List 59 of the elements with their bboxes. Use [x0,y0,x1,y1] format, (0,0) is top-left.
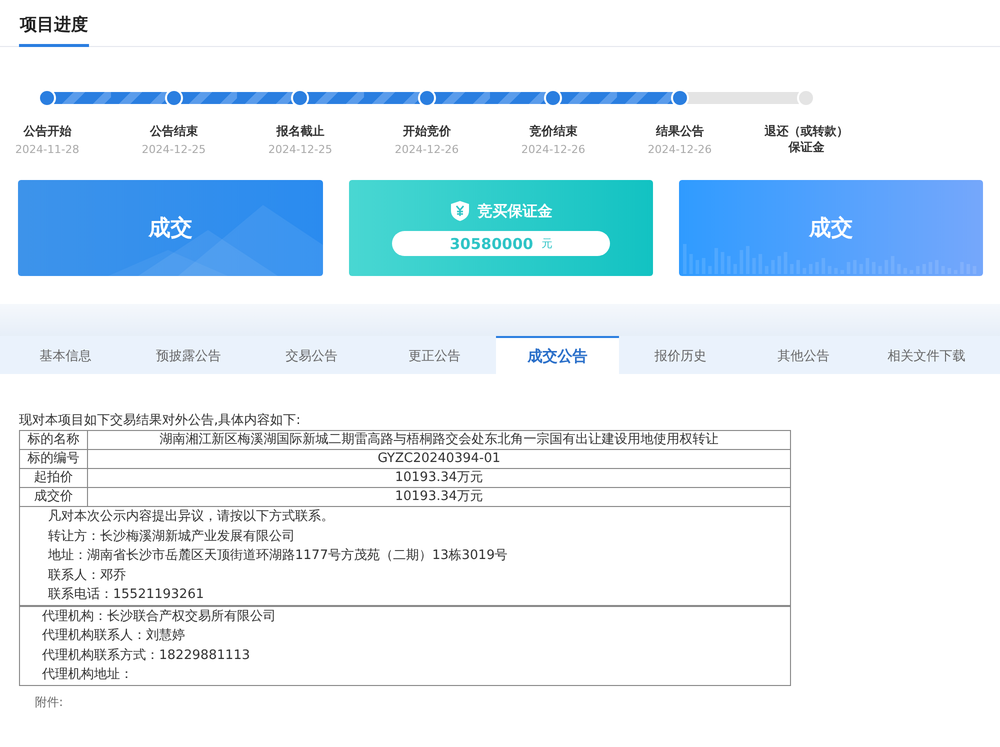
agent-line: 代理机构联系方式：18229881113 [42,646,251,664]
progress-segment [686,92,743,104]
step-label: 公告结束 [148,123,199,139]
step-date: 2024-12-25 [268,143,332,156]
progress-segment [180,92,237,104]
step-label: 退还（或转款）保证金 [763,123,850,155]
step-date: 2024-12-26 [394,143,459,156]
table-cell-text: 10193.34万元 [394,488,484,506]
tab[interactable]: 成交公告 [496,336,619,374]
tab[interactable]: 基本信息 [4,336,127,374]
table-cell: 标的名称 [20,431,88,449]
progress-segment [307,92,364,104]
attachment-label: 附件: [35,694,64,710]
progress-segment [434,92,490,104]
status-text: 成交 [148,214,192,243]
progress-segment [110,92,167,104]
step-label: 开始竞价 [402,123,452,139]
shield-icon [450,200,470,222]
progress-segment [743,92,800,104]
agent-line: 代理机构联系人：刘慧婷 [42,627,186,645]
contact-line: 转让方：长沙梅溪湖新城产业发展有限公司 [48,528,296,546]
step-date: 2024-12-26 [521,143,586,156]
step-label: 竞价结束 [528,123,578,139]
amount-unit: 元 [541,236,552,251]
step-date: 2024-12-26 [648,143,712,156]
progress-segment [490,92,546,104]
tab[interactable]: 报价历史 [619,336,742,374]
deposit-title: 竞买保证金 [478,202,552,220]
contact-line: 联系电话：15521193261 [48,586,205,604]
progress-segment [616,92,673,104]
section-title: 项目进度 [19,13,89,47]
step-label: 报名截止 [275,123,326,139]
contact-line: 地址：湖南省长沙市岳麓区天顶街道环湖路1177号方茂苑（二期）13栋3019号 [48,547,509,565]
tab[interactable]: 更正公告 [373,336,496,374]
step-date: 2024-12-25 [142,143,206,156]
progress-segment [237,92,294,104]
progress-segment [560,92,616,104]
amount-value: 30580000 [450,234,534,252]
table-cell-text: 湖南湘江新区梅溪湖国际新城二期雷高路与梧桐路交会处东北角一宗国有出让建设用地使用权转让 [158,431,720,449]
contact-line: 联系人：邓乔 [48,566,127,584]
tab[interactable]: 预披露公告 [127,336,250,374]
status-text: 成交 [809,214,853,243]
agent-line: 代理机构地址： [42,666,134,684]
table-cell: 成交价 [20,488,88,506]
table-cell: 起拍价 [20,469,88,487]
step-date: 2024-11-28 [15,143,80,156]
progress-segment [54,92,110,104]
tab[interactable]: 其他公告 [742,336,865,374]
tab[interactable]: 交易公告 [250,336,373,374]
contact-line: 凡对本次公示内容提出异议，请按以下方式联系。 [48,508,335,526]
table-cell: 标的编号 [20,450,88,468]
tab[interactable]: 相关文件下载 [865,336,988,374]
table-cell-text: GYZC20240394-01 [376,450,502,468]
intro-text: 现对本项目如下交易结果对外公告,具体内容如下: [19,412,302,430]
agent-line: 代理机构：长沙联合产权交易所有限公司 [42,608,277,626]
step-label: 公告开始 [22,123,72,139]
progress-segment [364,92,420,104]
table-cell-text: 10193.34万元 [394,469,484,487]
step-label: 结果公告 [654,123,705,139]
